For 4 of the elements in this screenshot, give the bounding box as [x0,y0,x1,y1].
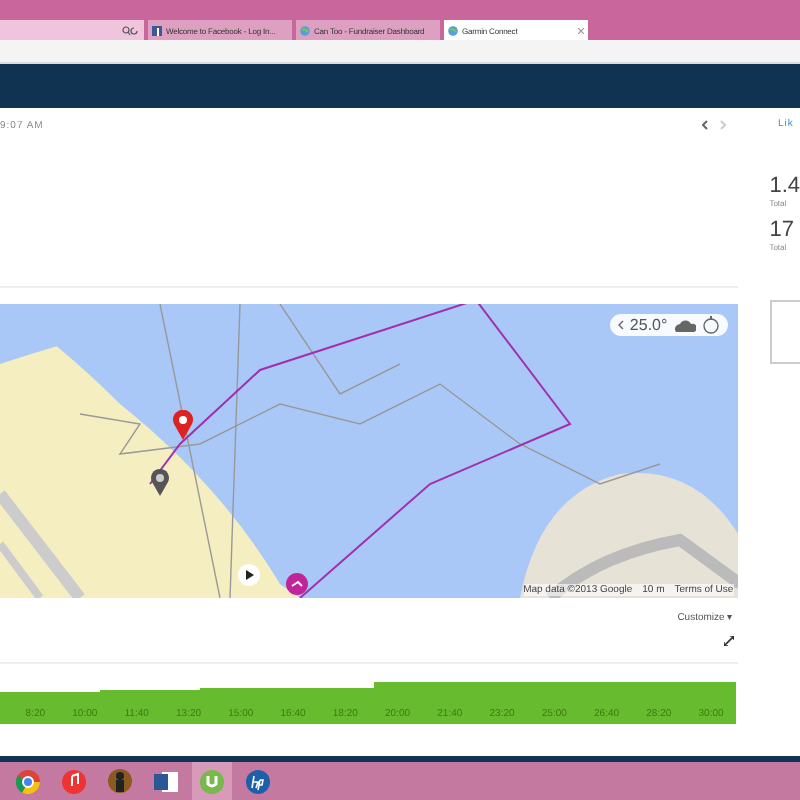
stat-value: 17 [769,220,796,242]
temperature: 25.0° [629,316,668,334]
weather-widget[interactable]: 25.0° [609,314,728,336]
stat-value: 1.4 [769,176,800,198]
